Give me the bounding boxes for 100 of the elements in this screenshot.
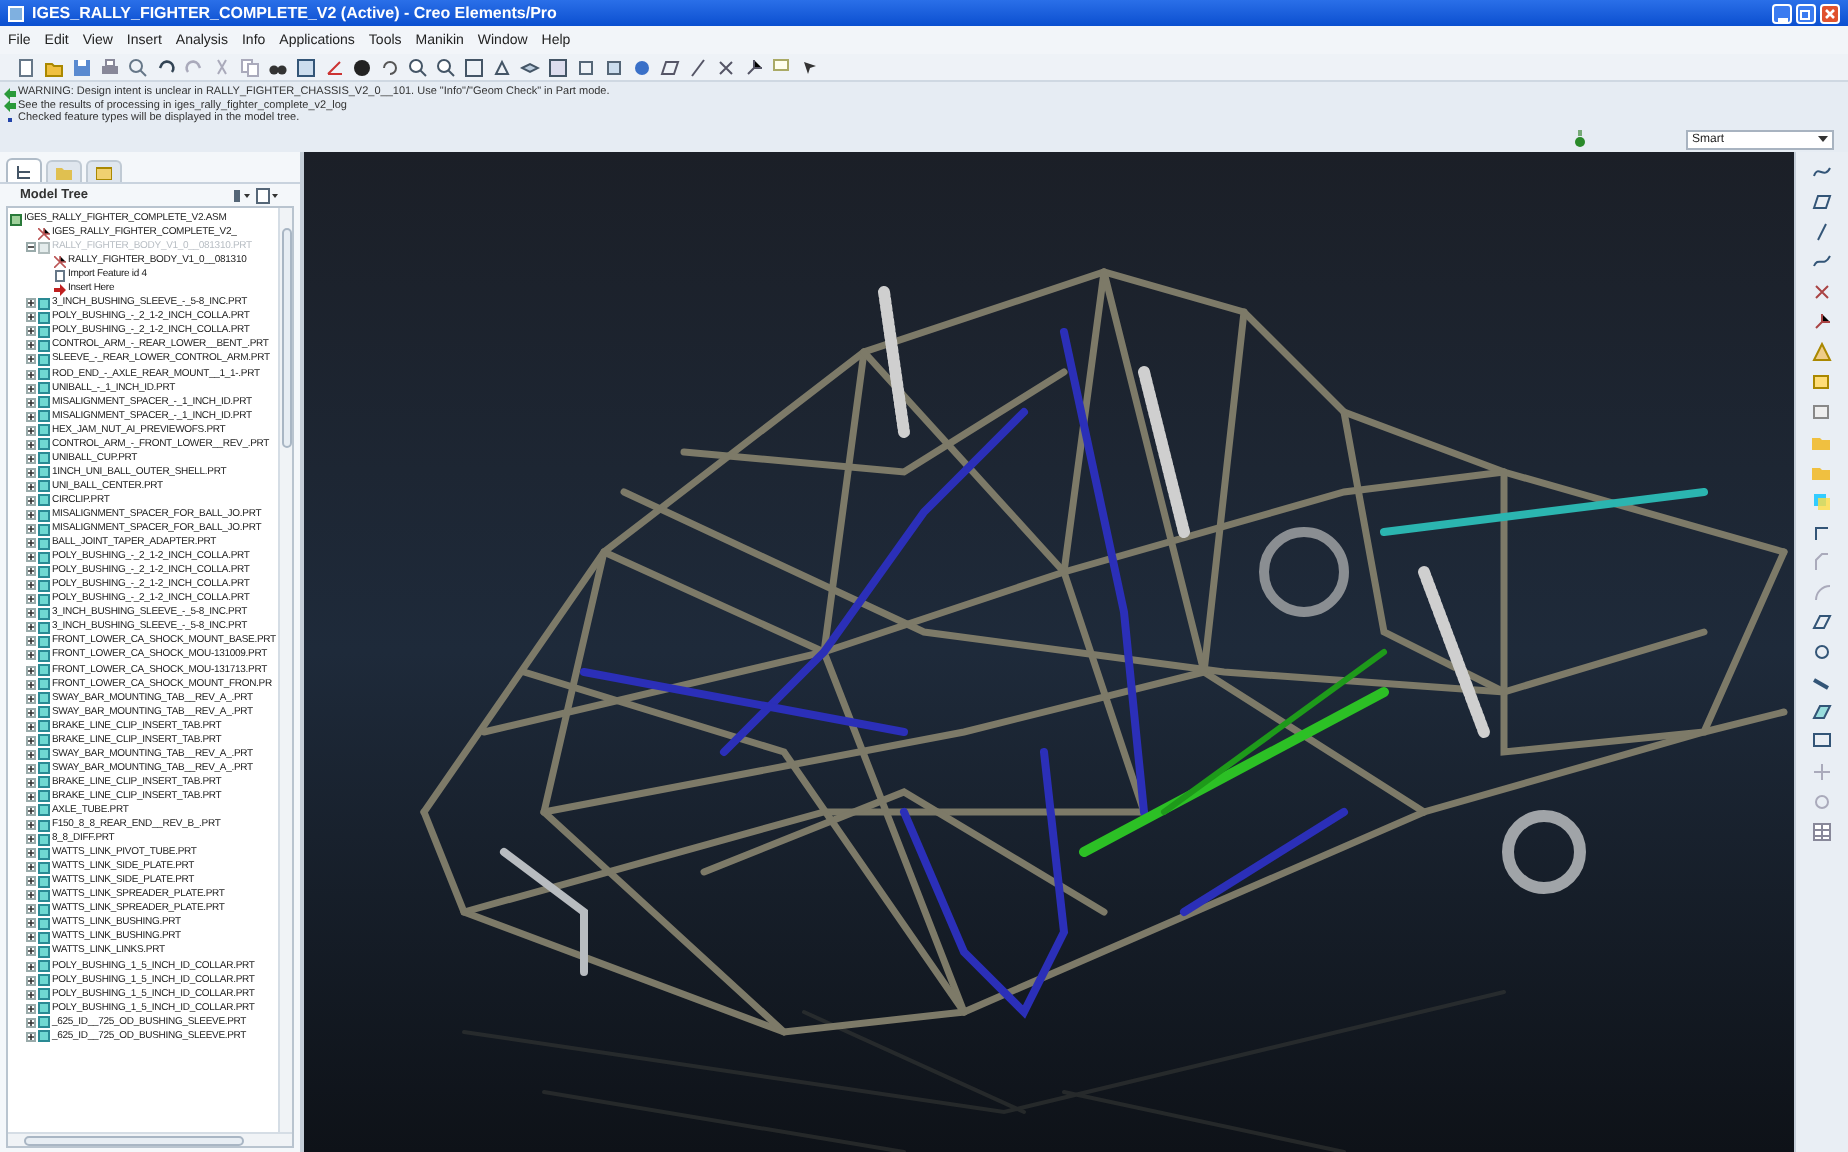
window-title: IGES_RALLY_FIGHTER_COMPLETE_V2 (Active) - Creo Elements/Pro — [32, 5, 557, 21]
zoom-out-icon[interactable] — [436, 57, 456, 77]
expand-toggle[interactable] — [26, 510, 36, 520]
expand-toggle[interactable] — [26, 453, 36, 464]
analysis-icon[interactable] — [1812, 342, 1832, 362]
expand-toggle[interactable] — [26, 693, 36, 704]
orient-icon[interactable] — [492, 57, 512, 77]
expand-toggle[interactable] — [26, 735, 36, 746]
horizontal-scrollbar[interactable] — [8, 1132, 292, 1146]
expand-toggle[interactable] — [26, 876, 36, 887]
repaint-icon[interactable] — [296, 57, 316, 77]
3d-viewport[interactable] — [304, 152, 1794, 1152]
expand-toggle[interactable] — [26, 763, 36, 774]
expand-toggle[interactable] — [26, 383, 36, 394]
minimize-button[interactable] — [1772, 3, 1792, 23]
frame-icon[interactable] — [1812, 732, 1832, 752]
datum-point-icon[interactable] — [716, 57, 736, 77]
expand-toggle[interactable] — [26, 298, 36, 309]
mirror-icon[interactable] — [1812, 612, 1832, 632]
expand-toggle[interactable] — [26, 538, 36, 549]
expand-toggle[interactable] — [26, 777, 36, 788]
expand-toggle[interactable] — [26, 932, 36, 943]
display-style-icon[interactable] — [548, 57, 568, 77]
plane-icon[interactable] — [1812, 192, 1832, 212]
expand-toggle[interactable] — [26, 890, 36, 901]
expand-toggle[interactable] — [26, 411, 36, 422]
scrollbar-thumb[interactable] — [24, 1135, 244, 1145]
expand-toggle[interactable] — [26, 862, 36, 873]
expand-toggle[interactable] — [26, 608, 36, 619]
datum-plane-icon[interactable] — [660, 57, 680, 77]
datum-axis-icon[interactable] — [688, 57, 708, 77]
merge-icon[interactable] — [1812, 642, 1832, 662]
box-icon[interactable] — [1812, 372, 1832, 392]
refit-icon[interactable] — [464, 57, 484, 77]
tree-settings-icon[interactable] — [232, 187, 252, 203]
expand-toggle[interactable] — [26, 650, 36, 661]
scrollbar-thumb[interactable] — [281, 228, 291, 448]
expand-toggle[interactable] — [26, 354, 36, 365]
expand-toggle[interactable] — [26, 834, 36, 845]
restore-icon — [1800, 7, 1812, 19]
tree-columns-icon[interactable] — [256, 187, 280, 203]
new-file-icon[interactable] — [16, 57, 36, 77]
surface-icon[interactable] — [1812, 702, 1832, 722]
expand-toggle[interactable] — [26, 1017, 36, 1028]
expand-toggle[interactable] — [26, 594, 36, 605]
expand-toggle[interactable] — [26, 312, 36, 323]
expand-toggle[interactable] — [26, 805, 36, 816]
expand-toggle[interactable] — [26, 707, 36, 718]
preview-icon[interactable] — [128, 57, 148, 77]
close-button[interactable] — [1820, 3, 1840, 23]
expand-toggle[interactable] — [26, 397, 36, 408]
expand-toggle[interactable] — [26, 566, 36, 577]
expand-toggle[interactable] — [26, 918, 36, 929]
restore-button[interactable] — [1796, 3, 1816, 23]
expand-toggle[interactable] — [26, 1031, 36, 1042]
expand-toggle[interactable] — [26, 242, 36, 253]
sphere-icon[interactable] — [632, 57, 652, 77]
expand-toggle[interactable] — [26, 439, 36, 450]
expand-toggle[interactable] — [26, 622, 36, 633]
expand-toggle[interactable] — [26, 820, 36, 831]
minimize-icon — [1777, 17, 1787, 21]
curve-icon[interactable] — [1812, 252, 1832, 272]
shade-icon[interactable] — [352, 57, 372, 77]
expand-toggle[interactable] — [26, 326, 36, 337]
expand-toggle[interactable] — [26, 989, 36, 1000]
sketch-icon[interactable] — [1812, 162, 1832, 182]
expand-toggle[interactable] — [26, 946, 36, 957]
print-icon[interactable] — [100, 57, 120, 77]
expand-toggle[interactable] — [26, 580, 36, 591]
round-icon[interactable] — [1812, 522, 1832, 542]
expand-toggle[interactable] — [26, 1003, 36, 1014]
expand-toggle[interactable] — [26, 340, 36, 351]
expand-toggle[interactable] — [26, 749, 36, 760]
undo-icon[interactable] — [156, 57, 176, 77]
expand-toggle[interactable] — [26, 495, 36, 506]
expand-toggle[interactable] — [26, 636, 36, 647]
expand-toggle[interactable] — [26, 425, 36, 436]
expand-toggle[interactable] — [26, 665, 36, 676]
spin-icon[interactable] — [380, 57, 400, 77]
expand-toggle[interactable] — [26, 552, 36, 563]
expand-toggle[interactable] — [26, 904, 36, 915]
expand-toggle[interactable] — [26, 467, 36, 478]
box-icon[interactable] — [1812, 402, 1832, 422]
expand-toggle[interactable] — [26, 791, 36, 802]
layers-icon[interactable] — [520, 57, 540, 77]
expand-toggle[interactable] — [26, 481, 36, 492]
expand-toggle[interactable] — [26, 369, 36, 380]
expand-toggle[interactable] — [26, 524, 36, 535]
expand-toggle[interactable] — [26, 848, 36, 859]
table-icon[interactable] — [1812, 822, 1832, 842]
app-icon — [8, 5, 24, 21]
point-icon[interactable] — [1812, 282, 1832, 302]
zoom-in-icon[interactable] — [408, 57, 428, 77]
vertical-scrollbar[interactable] — [278, 208, 292, 1132]
save-icon[interactable] — [72, 57, 92, 77]
expand-toggle[interactable] — [26, 961, 36, 971]
expand-toggle[interactable] — [26, 975, 36, 986]
panel-tab[interactable] — [6, 158, 42, 182]
expand-toggle[interactable] — [26, 679, 36, 690]
expand-toggle[interactable] — [26, 721, 36, 732]
